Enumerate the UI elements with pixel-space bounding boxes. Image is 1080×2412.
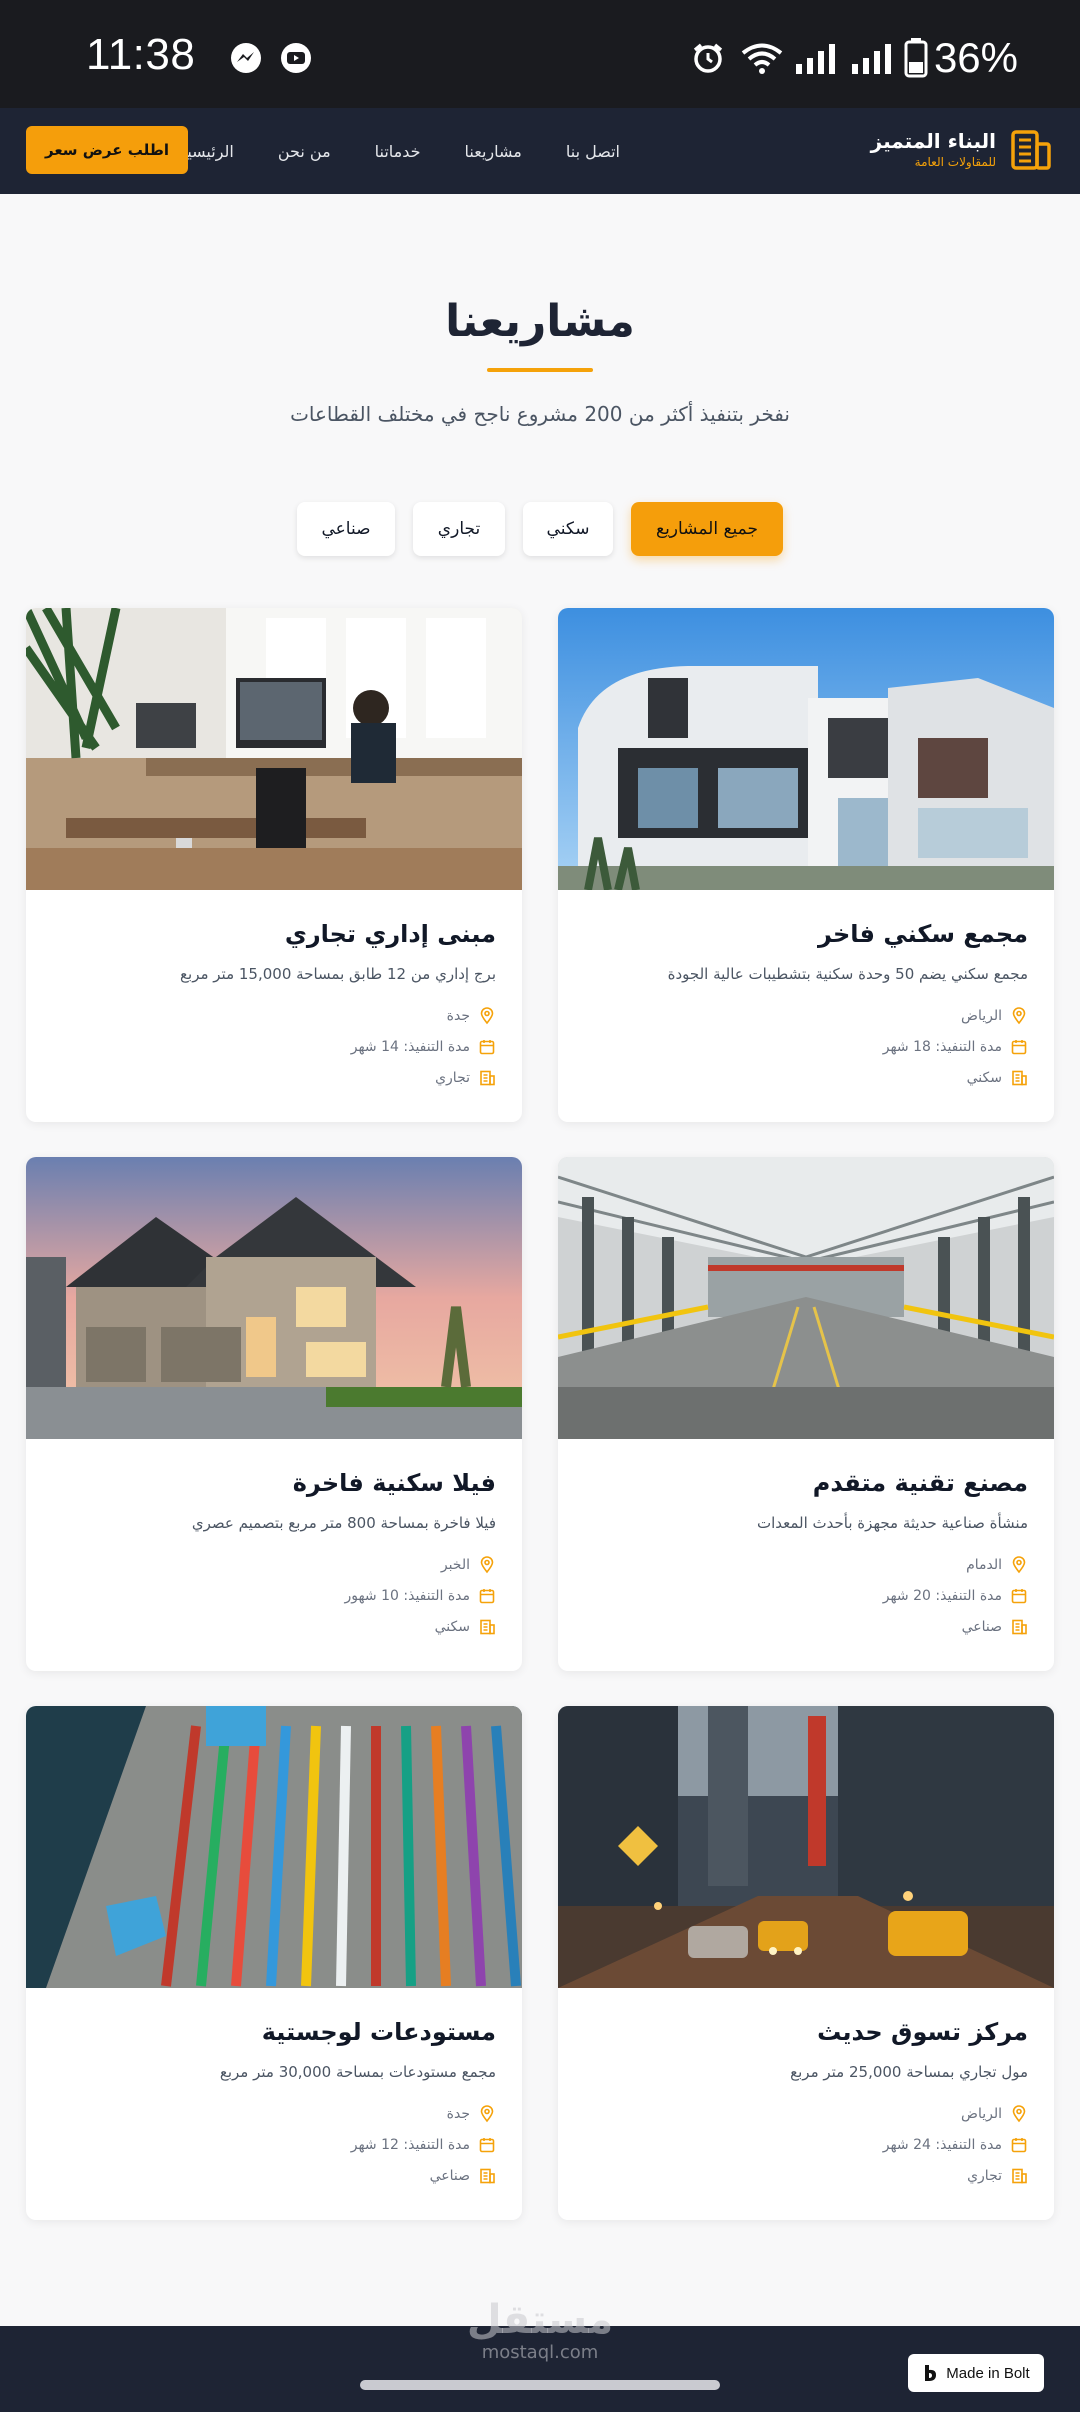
battery-percent: 36% bbox=[933, 34, 1018, 81]
alarm-icon bbox=[693, 43, 723, 73]
project-image bbox=[26, 608, 522, 890]
project-title: مصنع تقنية متقدم bbox=[812, 1469, 1028, 1497]
project-location: الخبر bbox=[440, 1556, 470, 1573]
project-filters: جميع المشاريع سكني تجاري صناعي bbox=[0, 502, 1080, 556]
project-category: سكني bbox=[434, 1618, 470, 1635]
brand-title: البناء المتميز bbox=[870, 129, 996, 153]
nav-links: الرئيسية من نحن خدماتنا مشاريعنا اتصل بن… bbox=[179, 108, 620, 194]
project-location: الرياض bbox=[961, 1007, 1002, 1024]
brand-subtitle: للمقاولات العامة bbox=[914, 155, 996, 169]
battery-icon bbox=[904, 38, 928, 78]
brand[interactable]: البناء المتميز للمقاولات العامة bbox=[871, 128, 1052, 172]
filter-residential-button[interactable]: سكني bbox=[523, 502, 613, 556]
nav-link-services[interactable]: خدماتنا bbox=[375, 142, 421, 161]
building-icon bbox=[480, 1070, 495, 1085]
project-title: فيلا سكنية فاخرة bbox=[292, 1469, 496, 1497]
watermark-arabic: مستقل bbox=[466, 2297, 614, 2343]
location-pin-icon bbox=[480, 1555, 494, 1573]
project-description: فيلا فاخرة بمساحة 800 متر مربع بتصميم عص… bbox=[191, 1514, 496, 1532]
project-description: منشأة صناعية حديثة مجهزة بأحدث المعدات bbox=[756, 1514, 1028, 1532]
request-quote-button[interactable]: اطلب عرض سعر bbox=[26, 126, 188, 174]
location-pin-icon bbox=[1012, 1006, 1026, 1024]
project-category: تجاري bbox=[435, 1069, 470, 1086]
building-icon bbox=[1012, 2168, 1027, 2183]
youtube-icon bbox=[281, 43, 311, 73]
project-duration: مدة التنفيذ: 12 شهر bbox=[350, 2136, 470, 2153]
page-subtitle: نفخر بتنفيذ أكثر من 200 مشروع ناجح في مخ… bbox=[290, 402, 790, 426]
calendar-icon bbox=[479, 2137, 495, 2152]
project-description: برج إداري من 12 طابق بمساحة 15,000 متر م… bbox=[180, 965, 496, 983]
project-title: مركز تسوق حديث bbox=[817, 2018, 1028, 2046]
location-pin-icon bbox=[1012, 2104, 1026, 2122]
location-pin-icon bbox=[480, 1006, 494, 1024]
project-description: مول تجاري بمساحة 25,000 متر مربع bbox=[790, 2063, 1028, 2081]
signal-icon bbox=[796, 44, 835, 74]
bolt-logo-icon bbox=[925, 2365, 937, 2381]
project-image bbox=[26, 1157, 522, 1439]
project-category: تجاري bbox=[967, 2167, 1002, 2184]
project-duration: مدة التنفيذ: 10 شهور bbox=[344, 1587, 470, 1604]
project-image bbox=[558, 1157, 1054, 1439]
project-image bbox=[26, 1706, 522, 1988]
wifi-icon bbox=[741, 43, 783, 74]
location-pin-icon bbox=[480, 2104, 494, 2122]
project-card[interactable]: مصنع تقنية متقدم منشأة صناعية حديثة مجهز… bbox=[558, 1157, 1054, 1671]
status-bar: 11:38 36% bbox=[0, 0, 1080, 108]
project-card[interactable]: مستودعات لوجستية مجمع مستودعات بمساحة 30… bbox=[26, 1706, 522, 2220]
project-description: مجمع سكني يضم 50 وحدة سكنية بتشطيبات عال… bbox=[667, 965, 1028, 983]
page-title: مشاريعنا bbox=[445, 296, 635, 347]
calendar-icon bbox=[1011, 1588, 1027, 1603]
project-description: مجمع مستودعات بمساحة 30,000 متر مربع bbox=[219, 2063, 496, 2081]
title-underline bbox=[487, 368, 593, 372]
calendar-icon bbox=[479, 1039, 495, 1054]
location-pin-icon bbox=[1012, 1555, 1026, 1573]
building-icon bbox=[480, 2168, 495, 2183]
project-duration: مدة التنفيذ: 18 شهر bbox=[882, 1038, 1002, 1055]
project-card[interactable]: فيلا سكنية فاخرة فيلا فاخرة بمساحة 800 م… bbox=[26, 1157, 522, 1671]
made-in-bolt-badge[interactable]: Made in Bolt bbox=[908, 2354, 1044, 2392]
nav-link-about[interactable]: من نحن bbox=[278, 142, 331, 161]
project-card[interactable]: مبنى إداري تجاري برج إداري من 12 طابق بم… bbox=[26, 608, 522, 1122]
calendar-icon bbox=[1011, 1039, 1027, 1054]
filter-industrial-button[interactable]: صناعي bbox=[297, 502, 395, 556]
project-location: جدة bbox=[446, 2105, 470, 2122]
building-icon bbox=[1012, 1619, 1027, 1634]
project-duration: مدة التنفيذ: 20 شهر bbox=[882, 1587, 1002, 1604]
project-image bbox=[558, 1706, 1054, 1988]
nav-link-contact[interactable]: اتصل بنا bbox=[566, 142, 620, 161]
project-image bbox=[558, 608, 1054, 890]
project-location: الرياض bbox=[961, 2105, 1002, 2122]
project-category: سكني bbox=[966, 1069, 1002, 1086]
messenger-icon bbox=[231, 43, 261, 73]
project-title: مجمع سكني فاخر bbox=[818, 920, 1028, 948]
project-location: الدمام bbox=[966, 1556, 1002, 1573]
status-time: 11:38 bbox=[86, 30, 196, 79]
building-icon bbox=[1012, 1070, 1027, 1085]
filter-all-button[interactable]: جميع المشاريع bbox=[631, 502, 783, 556]
project-title: مبنى إداري تجاري bbox=[284, 920, 496, 948]
project-card[interactable]: مركز تسوق حديث مول تجاري بمساحة 25,000 م… bbox=[558, 1706, 1054, 2220]
calendar-icon bbox=[479, 1588, 495, 1603]
project-title: مستودعات لوجستية bbox=[261, 2018, 496, 2046]
project-duration: مدة التنفيذ: 14 شهر bbox=[350, 1038, 470, 1055]
badge-label: Made in Bolt bbox=[946, 2364, 1030, 2382]
building-icon bbox=[480, 1619, 495, 1634]
calendar-icon bbox=[1011, 2137, 1027, 2152]
project-category: صناعي bbox=[429, 2167, 470, 2184]
project-category: صناعي bbox=[961, 1618, 1002, 1635]
signal-icon bbox=[852, 44, 891, 74]
building-logo-icon bbox=[1011, 130, 1051, 170]
home-indicator[interactable] bbox=[360, 2380, 720, 2390]
project-card[interactable]: مجمع سكني فاخر مجمع سكني يضم 50 وحدة سكن… bbox=[558, 608, 1054, 1122]
project-duration: مدة التنفيذ: 24 شهر bbox=[882, 2136, 1002, 2153]
top-navbar: البناء المتميز للمقاولات العامة الرئيسية… bbox=[0, 108, 1080, 194]
filter-commercial-button[interactable]: تجاري bbox=[413, 502, 505, 556]
nav-link-projects[interactable]: مشاريعنا bbox=[465, 142, 522, 161]
project-location: جدة bbox=[446, 1007, 470, 1024]
